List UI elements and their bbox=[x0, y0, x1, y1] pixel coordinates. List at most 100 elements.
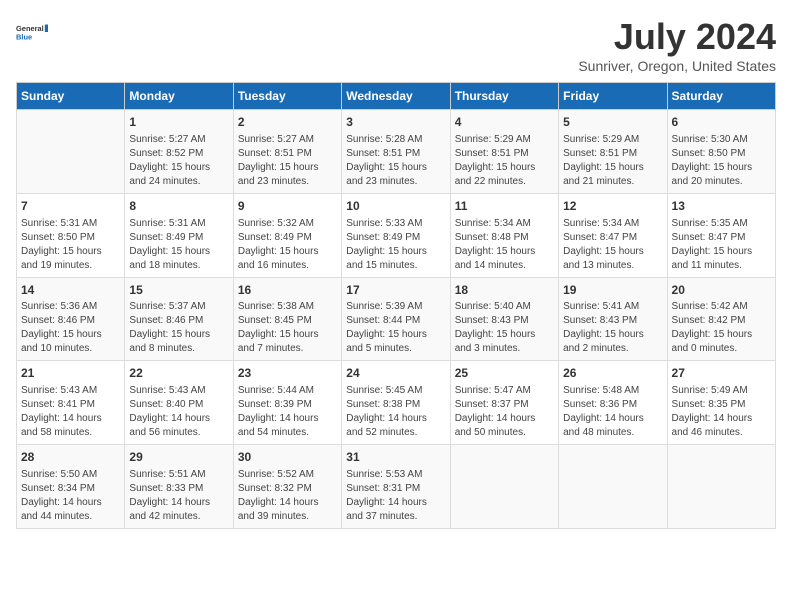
day-number: 3 bbox=[346, 114, 445, 131]
col-header-thursday: Thursday bbox=[450, 83, 558, 110]
calendar-cell: 17Sunrise: 5:39 AM Sunset: 8:44 PM Dayli… bbox=[342, 277, 450, 361]
day-number: 5 bbox=[563, 114, 662, 131]
day-info: Sunrise: 5:51 AM Sunset: 8:33 PM Dayligh… bbox=[129, 468, 228, 524]
week-row-1: 1Sunrise: 5:27 AM Sunset: 8:52 PM Daylig… bbox=[17, 110, 776, 194]
day-info: Sunrise: 5:43 AM Sunset: 8:41 PM Dayligh… bbox=[21, 384, 120, 440]
day-number: 2 bbox=[238, 114, 337, 131]
calendar-cell: 18Sunrise: 5:40 AM Sunset: 8:43 PM Dayli… bbox=[450, 277, 558, 361]
day-number: 27 bbox=[672, 365, 771, 382]
day-number: 28 bbox=[21, 449, 120, 466]
calendar-cell: 26 Sunrise: 5:48 AM Sunset: 8:36 PM Dayli… bbox=[559, 361, 667, 445]
week-row-2: 7 Sunrise: 5:31 AM Sunset: 8:50 PM Daylig… bbox=[17, 193, 776, 277]
day-number: 17 bbox=[346, 282, 445, 299]
day-info: Sunrise: 5:53 AM Sunset: 8:31 PM Dayligh… bbox=[346, 468, 445, 524]
day-info: Sunrise: 5:44 AM Sunset: 8:39 PM Dayligh… bbox=[238, 384, 337, 440]
calendar-body: 1Sunrise: 5:27 AM Sunset: 8:52 PM Daylig… bbox=[17, 110, 776, 529]
day-number: 6 bbox=[672, 114, 771, 131]
calendar-cell: 16Sunrise: 5:38 AM Sunset: 8:45 PM Dayli… bbox=[233, 277, 341, 361]
day-number: 10 bbox=[346, 198, 445, 215]
day-info: Sunrise: 5:34 AM Sunset: 8:47 PM Dayligh… bbox=[563, 217, 662, 273]
day-info: Sunrise: 5:37 AM Sunset: 8:46 PM Dayligh… bbox=[129, 300, 228, 356]
calendar-cell bbox=[667, 445, 775, 529]
day-info: Sunrise: 5:47 AM Sunset: 8:37 PM Dayligh… bbox=[455, 384, 554, 440]
day-number: 8 bbox=[129, 198, 228, 215]
calendar-cell: 9 Sunrise: 5:32 AM Sunset: 8:49 PM Daylig… bbox=[233, 193, 341, 277]
col-header-friday: Friday bbox=[559, 83, 667, 110]
calendar-cell: 1Sunrise: 5:27 AM Sunset: 8:52 PM Daylig… bbox=[125, 110, 233, 194]
calendar-cell: 28 Sunrise: 5:50 AM Sunset: 8:34 PM Dayli… bbox=[17, 445, 125, 529]
day-info: Sunrise: 5:48 AM Sunset: 8:36 PM Dayligh… bbox=[563, 384, 662, 440]
calendar-cell: 29 Sunrise: 5:51 AM Sunset: 8:33 PM Dayli… bbox=[125, 445, 233, 529]
calendar-cell: 10 Sunrise: 5:33 AM Sunset: 8:49 PM Dayli… bbox=[342, 193, 450, 277]
day-number: 18 bbox=[455, 282, 554, 299]
day-number: 1 bbox=[129, 114, 228, 131]
title-area: July 2024 Sunriver, Oregon, United State… bbox=[578, 16, 776, 74]
calendar-cell: 24 Sunrise: 5:45 AM Sunset: 8:38 PM Dayli… bbox=[342, 361, 450, 445]
week-row-5: 28 Sunrise: 5:50 AM Sunset: 8:34 PM Dayli… bbox=[17, 445, 776, 529]
day-info: Sunrise: 5:35 AM Sunset: 8:47 PM Dayligh… bbox=[672, 217, 771, 273]
calendar-cell: 7 Sunrise: 5:31 AM Sunset: 8:50 PM Daylig… bbox=[17, 193, 125, 277]
week-row-3: 14Sunrise: 5:36 AM Sunset: 8:46 PM Dayli… bbox=[17, 277, 776, 361]
day-info: Sunrise: 5:50 AM Sunset: 8:34 PM Dayligh… bbox=[21, 468, 120, 524]
calendar-cell: 23Sunrise: 5:44 AM Sunset: 8:39 PM Dayli… bbox=[233, 361, 341, 445]
day-number: 13 bbox=[672, 198, 771, 215]
day-info: Sunrise: 5:29 AM Sunset: 8:51 PM Dayligh… bbox=[455, 133, 554, 189]
day-info: Sunrise: 5:33 AM Sunset: 8:49 PM Dayligh… bbox=[346, 217, 445, 273]
day-number: 26 bbox=[563, 365, 662, 382]
day-info: Sunrise: 5:49 AM Sunset: 8:35 PM Dayligh… bbox=[672, 384, 771, 440]
header: General Blue July 2024 Sunriver, Oregon,… bbox=[16, 16, 776, 74]
day-info: Sunrise: 5:28 AM Sunset: 8:51 PM Dayligh… bbox=[346, 133, 445, 189]
day-info: Sunrise: 5:31 AM Sunset: 8:49 PM Dayligh… bbox=[129, 217, 228, 273]
calendar-cell: 15Sunrise: 5:37 AM Sunset: 8:46 PM Dayli… bbox=[125, 277, 233, 361]
week-row-4: 21Sunrise: 5:43 AM Sunset: 8:41 PM Dayli… bbox=[17, 361, 776, 445]
day-number: 25 bbox=[455, 365, 554, 382]
calendar-cell: 6Sunrise: 5:30 AM Sunset: 8:50 PM Daylig… bbox=[667, 110, 775, 194]
calendar-cell bbox=[17, 110, 125, 194]
calendar-cell: 19Sunrise: 5:41 AM Sunset: 8:43 PM Dayli… bbox=[559, 277, 667, 361]
day-number: 9 bbox=[238, 198, 337, 215]
main-title: July 2024 bbox=[578, 16, 776, 58]
day-number: 4 bbox=[455, 114, 554, 131]
calendar-cell: 4 Sunrise: 5:29 AM Sunset: 8:51 PM Daylig… bbox=[450, 110, 558, 194]
day-info: Sunrise: 5:41 AM Sunset: 8:43 PM Dayligh… bbox=[563, 300, 662, 356]
day-info: Sunrise: 5:29 AM Sunset: 8:51 PM Dayligh… bbox=[563, 133, 662, 189]
day-number: 7 bbox=[21, 198, 120, 215]
calendar-cell: 27 Sunrise: 5:49 AM Sunset: 8:35 PM Dayli… bbox=[667, 361, 775, 445]
day-info: Sunrise: 5:39 AM Sunset: 8:44 PM Dayligh… bbox=[346, 300, 445, 356]
col-header-monday: Monday bbox=[125, 83, 233, 110]
day-number: 14 bbox=[21, 282, 120, 299]
day-info: Sunrise: 5:45 AM Sunset: 8:38 PM Dayligh… bbox=[346, 384, 445, 440]
col-header-sunday: Sunday bbox=[17, 83, 125, 110]
svg-text:Blue: Blue bbox=[16, 32, 32, 41]
day-info: Sunrise: 5:36 AM Sunset: 8:46 PM Dayligh… bbox=[21, 300, 120, 356]
calendar-cell: 5 Sunrise: 5:29 AM Sunset: 8:51 PM Daylig… bbox=[559, 110, 667, 194]
day-info: Sunrise: 5:52 AM Sunset: 8:32 PM Dayligh… bbox=[238, 468, 337, 524]
subtitle: Sunriver, Oregon, United States bbox=[578, 58, 776, 74]
day-info: Sunrise: 5:42 AM Sunset: 8:42 PM Dayligh… bbox=[672, 300, 771, 356]
calendar-cell: 25 Sunrise: 5:47 AM Sunset: 8:37 PM Dayli… bbox=[450, 361, 558, 445]
day-number: 24 bbox=[346, 365, 445, 382]
calendar-cell: 31 Sunrise: 5:53 AM Sunset: 8:31 PM Dayli… bbox=[342, 445, 450, 529]
logo-svg: General Blue bbox=[16, 16, 48, 48]
day-number: 19 bbox=[563, 282, 662, 299]
day-info: Sunrise: 5:32 AM Sunset: 8:49 PM Dayligh… bbox=[238, 217, 337, 273]
svg-text:General: General bbox=[16, 24, 44, 33]
calendar-cell: 30Sunrise: 5:52 AM Sunset: 8:32 PM Dayli… bbox=[233, 445, 341, 529]
logo: General Blue bbox=[16, 16, 48, 48]
calendar-cell: 12Sunrise: 5:34 AM Sunset: 8:47 PM Dayli… bbox=[559, 193, 667, 277]
day-info: Sunrise: 5:38 AM Sunset: 8:45 PM Dayligh… bbox=[238, 300, 337, 356]
calendar-cell: 11Sunrise: 5:34 AM Sunset: 8:48 PM Dayli… bbox=[450, 193, 558, 277]
day-info: Sunrise: 5:31 AM Sunset: 8:50 PM Dayligh… bbox=[21, 217, 120, 273]
day-number: 29 bbox=[129, 449, 228, 466]
day-number: 15 bbox=[129, 282, 228, 299]
calendar-cell: 21Sunrise: 5:43 AM Sunset: 8:41 PM Dayli… bbox=[17, 361, 125, 445]
col-header-tuesday: Tuesday bbox=[233, 83, 341, 110]
calendar-cell: 22 Sunrise: 5:43 AM Sunset: 8:40 PM Dayli… bbox=[125, 361, 233, 445]
day-number: 31 bbox=[346, 449, 445, 466]
day-number: 11 bbox=[455, 198, 554, 215]
calendar-header: SundayMondayTuesdayWednesdayThursdayFrid… bbox=[17, 83, 776, 110]
calendar-cell: 2Sunrise: 5:27 AM Sunset: 8:51 PM Daylig… bbox=[233, 110, 341, 194]
day-info: Sunrise: 5:43 AM Sunset: 8:40 PM Dayligh… bbox=[129, 384, 228, 440]
calendar-cell: 14Sunrise: 5:36 AM Sunset: 8:46 PM Dayli… bbox=[17, 277, 125, 361]
day-number: 22 bbox=[129, 365, 228, 382]
